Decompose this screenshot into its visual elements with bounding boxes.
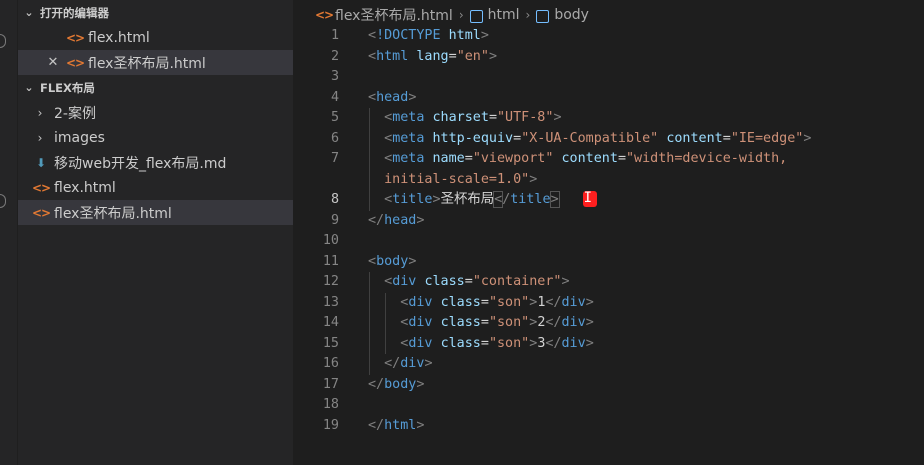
- tree-item-label: flex.html: [54, 179, 116, 196]
- code-line-active: 8 <title>圣杯布局</title> I: [293, 190, 924, 211]
- open-editor-label: flex圣杯布局.html: [88, 55, 206, 72]
- element-icon: [469, 9, 483, 23]
- tree-item-label: 2-案例: [54, 105, 96, 122]
- account-icon[interactable]: [0, 34, 6, 48]
- chevron-right-icon: ›: [37, 130, 43, 145]
- explorer-sidebar: ⌄ 打开的编辑器 <> flex.html ✕ <> flex圣杯布局.html…: [18, 0, 293, 465]
- line-number: 5: [330, 110, 339, 125]
- close-icon[interactable]: ✕: [46, 55, 60, 70]
- line-number: 10: [322, 233, 339, 248]
- code-line: 11 <body>: [293, 252, 924, 273]
- breadcrumb-file[interactable]: flex圣杯布局.html: [335, 5, 453, 25]
- code-editor[interactable]: <> flex圣杯布局.html › html › body 1 <!DOCTYP…: [293, 0, 924, 465]
- code-line: 5 <meta charset="UTF-8">: [293, 108, 924, 129]
- open-editors-title: 打开的编辑器: [40, 5, 109, 20]
- tree-item-label: 移动web开发_flex布局.md: [54, 155, 227, 172]
- markdown-file-icon: ⬇: [35, 155, 47, 170]
- line-number: 13: [322, 294, 339, 310]
- code-line: 14 <div class="son">2</div>: [293, 313, 924, 334]
- project-title: FLEX布局: [40, 80, 95, 95]
- chevron-down-icon: ⌄: [24, 6, 34, 19]
- element-icon: [536, 9, 550, 23]
- line-number: 1: [330, 28, 339, 43]
- open-editor-item-active[interactable]: ✕ <> flex圣杯布局.html: [18, 50, 293, 75]
- breadcrumb-html[interactable]: html: [488, 7, 520, 23]
- tree-item-file-active[interactable]: <> flex圣杯布局.html: [18, 200, 293, 225]
- chevron-down-icon: ⌄: [24, 81, 34, 94]
- html-file-icon: <>: [32, 180, 51, 195]
- code-line: 17 </body>: [293, 375, 924, 396]
- chevron-right-icon: ›: [458, 8, 464, 22]
- line-number: 3: [330, 69, 339, 84]
- tree-item-folder[interactable]: › images: [18, 125, 293, 150]
- open-editors-header[interactable]: ⌄ 打开的编辑器: [18, 0, 293, 25]
- html-file-icon: <>: [66, 30, 85, 45]
- line-number: 9: [330, 212, 339, 228]
- html-file-icon: <>: [32, 205, 51, 220]
- code-line: 7 <meta name="viewport" content="width=d…: [293, 149, 924, 170]
- line-number: 8: [330, 192, 339, 207]
- line-number: 4: [330, 89, 339, 105]
- tree-item-folder[interactable]: › 2-案例: [18, 100, 293, 125]
- code-line: 2 <html lang="en">: [293, 47, 924, 68]
- tree-item-file[interactable]: ⬇ 移动web开发_flex布局.md: [18, 150, 293, 175]
- line-number: 16: [322, 356, 339, 371]
- line-number: 11: [322, 253, 339, 269]
- line-number: 14: [322, 315, 339, 330]
- line-number: 15: [322, 335, 339, 351]
- open-editor-item[interactable]: <> flex.html: [18, 25, 293, 50]
- code-line: 10: [293, 231, 924, 252]
- tree-item-label: images: [54, 129, 105, 146]
- code-line: 9 </head>: [293, 211, 924, 232]
- code-line: 1 <!DOCTYPE html>: [293, 26, 924, 47]
- code-line: 12 <div class="container">: [293, 272, 924, 293]
- code-line: initial-scale=1.0">: [293, 169, 924, 191]
- code-line: 15 <div class="son">3</div>: [293, 333, 924, 354]
- code-area[interactable]: 1 <!DOCTYPE html> 2 <html lang="en"> 3 4 <h…: [293, 26, 924, 436]
- breadcrumb-body[interactable]: body: [554, 7, 589, 23]
- line-number: 17: [322, 376, 339, 392]
- settings-icon[interactable]: [0, 194, 6, 208]
- chevron-right-icon: ›: [525, 8, 531, 22]
- html-file-icon: <>: [66, 55, 85, 70]
- line-number: [293, 170, 339, 191]
- tree-item-file[interactable]: <> flex.html: [18, 175, 293, 200]
- code-line: 18: [293, 395, 924, 416]
- line-number: 18: [322, 397, 339, 412]
- line-number: 19: [322, 417, 339, 433]
- tree-item-label: flex圣杯布局.html: [54, 205, 172, 222]
- code-line: 13 <div class="son">1</div>: [293, 292, 924, 313]
- code-line: 3: [293, 67, 924, 88]
- line-number: 7: [330, 151, 339, 166]
- line-number: 6: [330, 130, 339, 146]
- open-editor-label: flex.html: [88, 29, 150, 46]
- cursor-icon: I: [582, 190, 597, 207]
- code-line: 16 </div>: [293, 354, 924, 375]
- chevron-right-icon: ›: [37, 105, 43, 120]
- html-file-icon: <>: [315, 8, 334, 22]
- code-line: 19 </html>: [293, 416, 924, 437]
- code-line: 6 <meta http-equiv="X-UA-Compatible" con…: [293, 128, 924, 149]
- line-number: 12: [322, 274, 339, 289]
- activity-bar: [0, 0, 18, 465]
- project-header[interactable]: ⌄ FLEX布局: [18, 75, 293, 100]
- line-number: 2: [330, 48, 339, 64]
- code-line: 4 <head>: [293, 88, 924, 109]
